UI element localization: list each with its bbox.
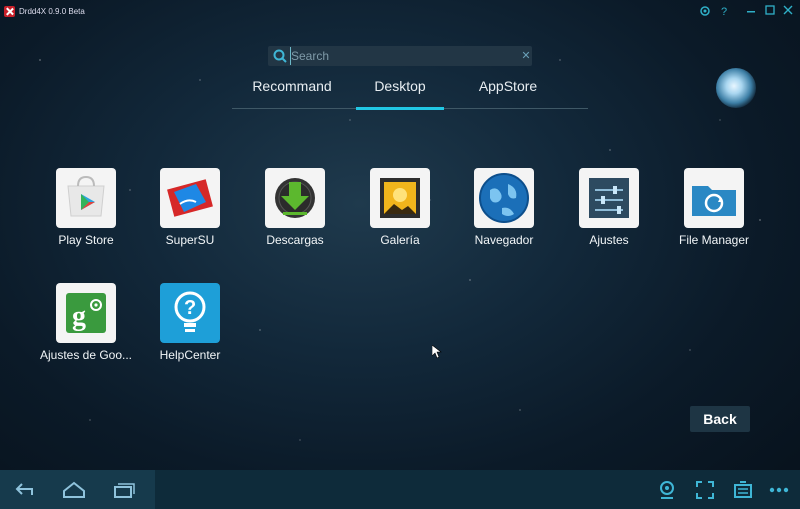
settings-icon[interactable] xyxy=(698,5,712,19)
app-label: Ajustes xyxy=(589,233,629,247)
tab-desktop[interactable]: Desktop xyxy=(356,78,444,100)
keyboard-icon[interactable] xyxy=(732,479,754,501)
search-icon[interactable] xyxy=(271,47,289,65)
camera-icon[interactable] xyxy=(656,479,678,501)
app-label: SuperSU xyxy=(165,233,215,247)
fullscreen-icon[interactable] xyxy=(694,479,716,501)
close-icon[interactable] xyxy=(781,5,795,19)
help-icon[interactable]: ? xyxy=(717,5,731,19)
app-ajustes[interactable]: Ajustes xyxy=(554,168,664,268)
svg-text:?: ? xyxy=(184,297,196,319)
app-label: Navegador xyxy=(474,233,534,247)
app-label: Play Store xyxy=(58,233,114,247)
home-icon[interactable] xyxy=(62,479,86,501)
app-supersu[interactable]: SuperSU xyxy=(135,168,245,268)
window-title: Drdd4X 0.9.0 Beta xyxy=(19,7,85,16)
browser-icon xyxy=(474,168,534,228)
play-store-icon xyxy=(56,168,116,228)
app-file-manager[interactable]: File Manager xyxy=(659,168,769,268)
minimize-icon[interactable] xyxy=(744,5,758,19)
app-logo-icon xyxy=(4,6,15,17)
app-navegador[interactable]: Navegador xyxy=(449,168,559,268)
recent-apps-icon[interactable] xyxy=(112,479,136,501)
back-arrow-icon[interactable] xyxy=(12,479,36,501)
google-settings-icon: g xyxy=(56,283,116,343)
settings-sliders-icon xyxy=(579,168,639,228)
maximize-icon[interactable] xyxy=(763,5,777,19)
clear-search-icon[interactable]: ✕ xyxy=(518,48,534,64)
app-descargas[interactable]: Descargas xyxy=(240,168,350,268)
app-label: HelpCenter xyxy=(159,348,221,362)
svg-text:g: g xyxy=(72,301,86,332)
mouse-cursor-icon xyxy=(431,344,442,359)
active-tab-indicator xyxy=(356,107,444,110)
tab-appstore[interactable]: AppStore xyxy=(462,78,554,100)
navigation-bar xyxy=(0,470,800,509)
file-manager-icon xyxy=(684,168,744,228)
app-galeria[interactable]: Galería xyxy=(345,168,455,268)
planet-icon[interactable] xyxy=(716,68,756,108)
gallery-icon xyxy=(370,168,430,228)
app-label: Descargas xyxy=(266,233,324,247)
search-input[interactable] xyxy=(290,47,517,65)
app-helpcenter[interactable]: ? HelpCenter xyxy=(135,283,245,383)
helpcenter-icon: ? xyxy=(160,283,220,343)
back-button[interactable]: Back xyxy=(690,406,750,432)
tab-recommand[interactable]: Recommand xyxy=(240,78,344,100)
supersu-icon xyxy=(160,168,220,228)
download-icon xyxy=(265,168,325,228)
app-google-settings[interactable]: g Ajustes de Goo... xyxy=(31,283,141,383)
title-bar: Drdd4X 0.9.0 Beta ? xyxy=(0,0,800,26)
app-label: Galería xyxy=(380,233,420,247)
app-label: Ajustes de Goo... xyxy=(39,348,133,362)
more-icon[interactable] xyxy=(768,479,790,501)
app-play-store[interactable]: Play Store xyxy=(31,168,141,268)
app-label: File Manager xyxy=(678,233,750,247)
